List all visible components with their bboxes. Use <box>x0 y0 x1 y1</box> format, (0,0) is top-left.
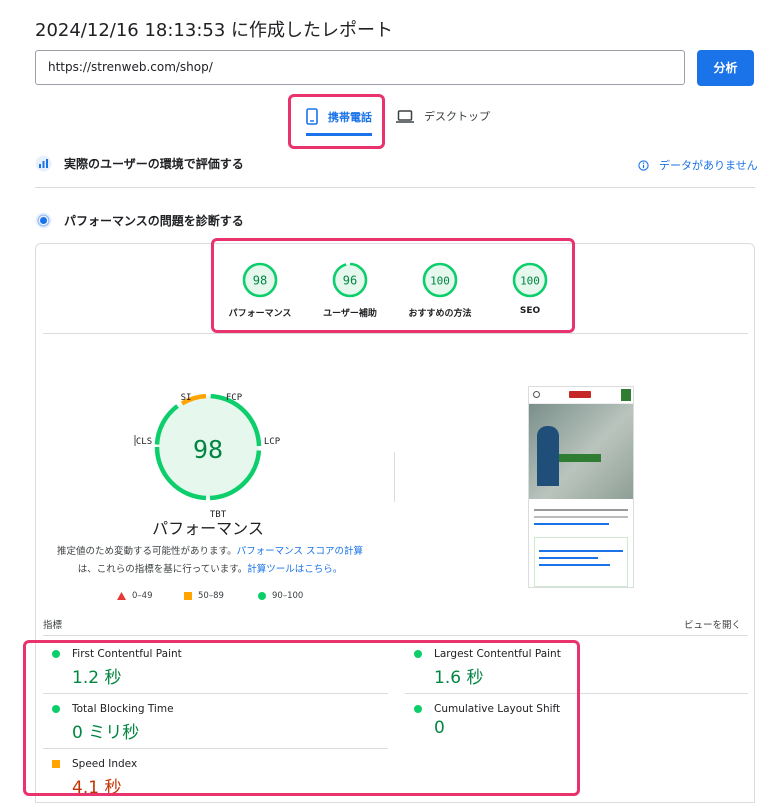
metrics-divider <box>43 635 748 636</box>
tab-desktop-label: デスクトップ <box>424 110 490 123</box>
performance-description: 推定値のため変動する可能性があります。パフォーマンス スコアの計算 は、これらの… <box>57 546 363 575</box>
field-data-title-row: 実際のユーザーの環境で評価する <box>35 155 244 172</box>
laptop-icon <box>396 109 414 123</box>
lab-data-icon <box>35 212 52 229</box>
legend-poor: 0–49 <box>117 591 152 601</box>
circle-icon <box>258 592 266 600</box>
url-input[interactable]: https://strenweb.com/shop/ <box>35 50 685 85</box>
triangle-icon <box>117 592 126 600</box>
thumb-header <box>529 387 633 404</box>
metrics-label: 指標 <box>43 620 63 631</box>
thumb-search-icon <box>533 391 540 398</box>
metrics-highlight <box>23 640 580 796</box>
legend-good: 90–100 <box>258 591 303 601</box>
expand-view-button[interactable]: ビューを開く <box>684 617 741 631</box>
section-divider <box>35 187 755 188</box>
gauge-label-lcp: LCP <box>264 437 280 447</box>
legend-average: 50–89 <box>184 591 224 601</box>
thumb-hero <box>529 404 633 499</box>
thumb-text-lines <box>529 499 633 587</box>
tab-desktop[interactable]: デスクトップ <box>396 108 490 124</box>
no-data-link[interactable]: データがありません <box>638 157 758 173</box>
thumb-menu-icon <box>621 389 631 401</box>
users-chart-icon <box>35 155 52 172</box>
gauge-label-cls: CLS <box>136 437 152 447</box>
report-title: 2024/12/16 18:13:53 に作成したレポート <box>35 20 394 41</box>
scores-highlight <box>211 238 575 333</box>
no-data-text: データがありません <box>659 159 758 172</box>
mobile-phone-icon <box>306 108 318 125</box>
info-icon <box>638 159 649 171</box>
scores-divider <box>43 333 748 334</box>
gauge-label-fcp: FCP <box>226 393 243 403</box>
score-calc-link[interactable]: パフォーマンス スコアの計算 <box>237 546 363 557</box>
field-data-title: 実際のユーザーの環境で評価する <box>64 157 244 171</box>
performance-gauge: 98 SI FCP LCP TBT CLS <box>134 393 280 520</box>
diagnose-title-row: パフォーマンスの問題を診断する <box>35 212 244 229</box>
calculator-link[interactable]: 計算ツールはこちら。 <box>247 564 342 575</box>
vertical-divider <box>394 452 395 502</box>
thumb-logo <box>569 391 591 398</box>
diagnose-title: パフォーマンスの問題を診断する <box>64 214 244 228</box>
tab-mobile-label: 携帯電話 <box>328 110 372 124</box>
analyze-button[interactable]: 分析 <box>697 50 754 86</box>
thumb-person <box>537 426 559 486</box>
gauge-label-si: SI <box>181 393 192 403</box>
performance-title: パフォーマンス <box>152 519 264 538</box>
thumb-hero-button <box>559 454 601 462</box>
square-icon <box>184 592 192 600</box>
tab-mobile[interactable]: 携帯電話 <box>306 108 372 125</box>
performance-score: 98 <box>193 435 223 464</box>
active-tab-indicator <box>306 133 372 136</box>
page-screenshot-thumbnail <box>528 386 634 588</box>
